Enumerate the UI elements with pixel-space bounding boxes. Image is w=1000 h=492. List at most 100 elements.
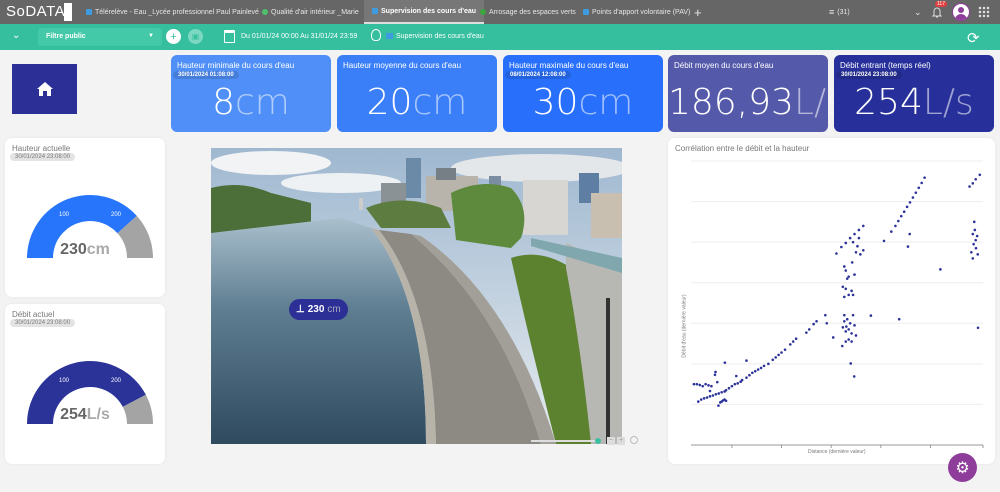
top-navigation-bar: SoDATA Télérelève - Eau _Lycée professio… xyxy=(0,0,1000,24)
scatter-point xyxy=(908,232,912,236)
scatter-point xyxy=(791,340,795,343)
scatter-point xyxy=(695,382,699,386)
add-filter-button[interactable]: + xyxy=(166,29,181,44)
scatter-point xyxy=(840,344,844,348)
scatter-point xyxy=(849,362,853,365)
scatter-point xyxy=(973,228,977,232)
scatter-chart xyxy=(691,160,984,448)
kpi-value: 30cm xyxy=(503,82,663,123)
tab-label: Arrosage des espaces verts xyxy=(489,8,576,16)
chevron-down-icon[interactable]: ⌄ xyxy=(914,0,922,24)
zoom-out-button[interactable]: − xyxy=(607,437,615,445)
scatter-point xyxy=(783,348,787,351)
scatter-point xyxy=(902,210,906,214)
scatter-point xyxy=(724,388,728,392)
calendar-icon[interactable] xyxy=(224,30,235,43)
gauge-value: 230cm xyxy=(5,241,165,259)
settings-button[interactable]: ⚙ xyxy=(948,453,977,482)
refresh-icon[interactable]: ⟳ xyxy=(967,29,980,47)
lightbulb-icon[interactable] xyxy=(371,29,381,41)
leaf-icon xyxy=(262,9,268,15)
scatter-point xyxy=(736,382,740,385)
scatter-point xyxy=(972,220,976,224)
save-filter-button[interactable]: ▣ xyxy=(188,29,203,44)
kpi-card: Débit moyen du cours d'eau 186,93L/s xyxy=(668,55,845,132)
kpi-date: 08/01/2024 12:08:00 xyxy=(505,71,571,79)
scatter-point xyxy=(840,245,843,249)
scatter-point xyxy=(841,326,845,329)
marker-unit: cm xyxy=(327,304,341,315)
value: 230 xyxy=(60,241,87,258)
zoom-slider-handle[interactable] xyxy=(595,438,601,444)
scatter-point xyxy=(897,317,901,321)
scatter-point xyxy=(850,261,854,264)
home-button[interactable] xyxy=(12,64,77,114)
add-tab-button[interactable]: + xyxy=(694,0,702,24)
apps-grid-icon[interactable] xyxy=(978,6,990,18)
notifications-button[interactable]: 117 xyxy=(931,0,947,24)
scatter-point xyxy=(853,273,856,276)
scatter-point xyxy=(745,359,748,362)
filter-select[interactable]: Filtre public ▼ xyxy=(38,28,162,46)
scatter-point xyxy=(847,328,850,331)
kpi-title: Débit moyen du cours d'eau xyxy=(674,61,774,70)
scatter-point xyxy=(851,240,855,244)
scatter-point xyxy=(711,394,715,397)
kpi-card: Hauteur moyenne du cours d'eau 20cm xyxy=(337,55,497,132)
scatter-point xyxy=(905,205,909,209)
scatter-point xyxy=(914,191,918,194)
tab-pav[interactable]: Points d'apport volontaire (PAV) xyxy=(583,0,690,24)
date-range[interactable]: Du 01/01/24 00:00 Au 31/01/24 23:59 xyxy=(241,33,357,40)
tab-label: Points d'apport volontaire (PAV) xyxy=(592,8,691,16)
scatter-point xyxy=(972,242,975,246)
tab-supervision[interactable]: Supervision des cours d'eau xyxy=(364,0,485,24)
notification-badge: 117 xyxy=(935,1,947,7)
tab-qualite-air[interactable]: Qualité d'air intérieur _Marie xyxy=(262,0,359,24)
scatter-point xyxy=(794,337,798,341)
y-axis-label: Débit d'eau (dernière valeur) xyxy=(681,294,688,358)
scatter-point xyxy=(844,241,848,245)
scatter-point xyxy=(841,285,845,289)
list-icon: ≡ xyxy=(829,7,835,17)
scatter-point xyxy=(908,201,912,204)
scatter-point xyxy=(788,343,792,346)
gauge-chart: 100 200 xyxy=(27,194,153,258)
scatter-point xyxy=(859,253,862,256)
gauge-tick-label: 100 xyxy=(59,212,70,218)
scatter-point xyxy=(698,383,702,387)
scatter-point xyxy=(733,382,737,386)
scatter-point xyxy=(976,326,980,330)
recenter-icon[interactable] xyxy=(630,436,638,444)
collapse-chevron-icon[interactable]: ⌄ xyxy=(12,30,20,41)
bell-icon xyxy=(931,7,943,18)
x-axis-label: Distance (dernière valeur) xyxy=(808,449,866,455)
gauge-card-hauteur: Hauteur actuelle 30/01/2024 23:08:00 100… xyxy=(5,138,165,297)
scatter-point xyxy=(968,185,971,188)
scatter-point xyxy=(734,374,738,378)
logo-text: SoDATA xyxy=(6,3,66,20)
scatter-point xyxy=(920,181,923,185)
zoom-in-button[interactable]: + xyxy=(617,437,625,445)
water-gauge-icon: ⊥ xyxy=(296,304,305,315)
user-avatar[interactable] xyxy=(952,3,970,21)
tab-telereleve[interactable]: Télérelève - Eau _Lycée professionnel Pa… xyxy=(86,0,259,24)
scatter-point xyxy=(882,239,886,243)
water-level-marker[interactable]: ⊥ 230 cm xyxy=(289,299,348,320)
dashboard-list-button[interactable]: ≡ (31) xyxy=(829,0,850,24)
scatter-point xyxy=(714,392,718,396)
scatter-point xyxy=(843,295,846,299)
scatter-point xyxy=(890,230,893,233)
sodata-logo[interactable]: SoDATA xyxy=(6,3,72,21)
scatter-point xyxy=(845,317,849,321)
scatter-point xyxy=(715,380,719,384)
scatter-point xyxy=(708,389,712,393)
kpi-value: 20cm xyxy=(337,82,497,123)
kpi-title: Hauteur minimale du cours d'eau xyxy=(177,61,295,70)
scatter-point xyxy=(971,182,975,185)
scatter-point xyxy=(844,269,848,272)
scatter-point xyxy=(906,245,910,248)
kpi-card: Hauteur minimale du cours d'eau 30/01/202… xyxy=(171,55,331,132)
scatter-point xyxy=(825,321,829,325)
scatter-point xyxy=(717,404,720,407)
tab-arrosage[interactable]: Arrosage des espaces verts xyxy=(480,0,576,24)
